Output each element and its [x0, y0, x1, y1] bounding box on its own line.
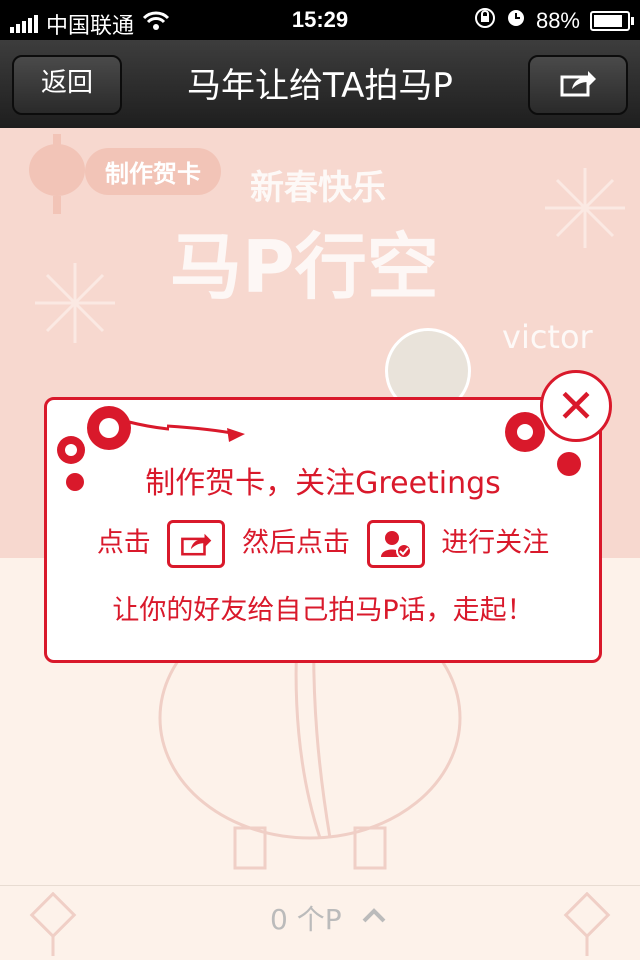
make-card-badge[interactable]: 制作贺卡: [85, 148, 221, 195]
card-content: 制作贺卡 新春快乐 马P行空 victor 0 个P 制作贺卡，关注Greeti…: [0, 128, 640, 960]
dialog-instruction: 点击 然后点击 进行关注: [47, 520, 599, 568]
chevron-up-icon[interactable]: [362, 904, 386, 929]
dialog-heading: 制作贺卡，关注Greetings: [145, 466, 501, 501]
pat-count-label: 0 个P: [270, 903, 342, 936]
rotation-lock-icon: [474, 7, 496, 35]
lantern-icon: [29, 134, 85, 214]
alarm-clock-icon: [506, 8, 526, 34]
follow-dialog: 制作贺卡，关注Greetings 点击 然后点击 进行关注 让你的好友给自己拍马…: [44, 397, 602, 663]
follow-user-icon: [366, 520, 425, 568]
username-label: victor: [502, 318, 593, 356]
firework-icon: [545, 168, 625, 248]
close-icon: ✕: [556, 379, 596, 433]
status-bar: 中国联通 15:29 88%: [0, 0, 640, 40]
battery-percent: 88%: [535, 8, 580, 33]
share-icon: [558, 67, 598, 103]
instruction-text-1: 点击: [96, 527, 151, 559]
bottom-bar: 0 个P: [0, 885, 640, 960]
share-button[interactable]: [528, 55, 628, 115]
navigation-bar: 返回 马年让给TA拍马P: [0, 40, 640, 129]
card-title: 马P行空: [170, 225, 439, 309]
firework-icon: [35, 263, 115, 343]
instruction-text-3: 进行关注: [441, 527, 550, 559]
share-icon: [167, 520, 226, 568]
dialog-footer-text: 让你的好友给自己拍马P话，走起！: [112, 595, 534, 626]
papercut-leaf-icon: [167, 424, 245, 442]
back-button[interactable]: 返回: [12, 55, 122, 115]
page-title: 马年让给TA拍马P: [187, 66, 453, 106]
battery-icon: [590, 11, 634, 31]
battery-fill: [594, 15, 623, 27]
greeting-text: 新春快乐: [250, 168, 386, 208]
chinese-knot-icon: [29, 892, 77, 956]
chinese-knot-icon: [563, 892, 611, 956]
close-button[interactable]: ✕: [540, 370, 612, 442]
instruction-text-2: 然后点击: [242, 527, 350, 559]
